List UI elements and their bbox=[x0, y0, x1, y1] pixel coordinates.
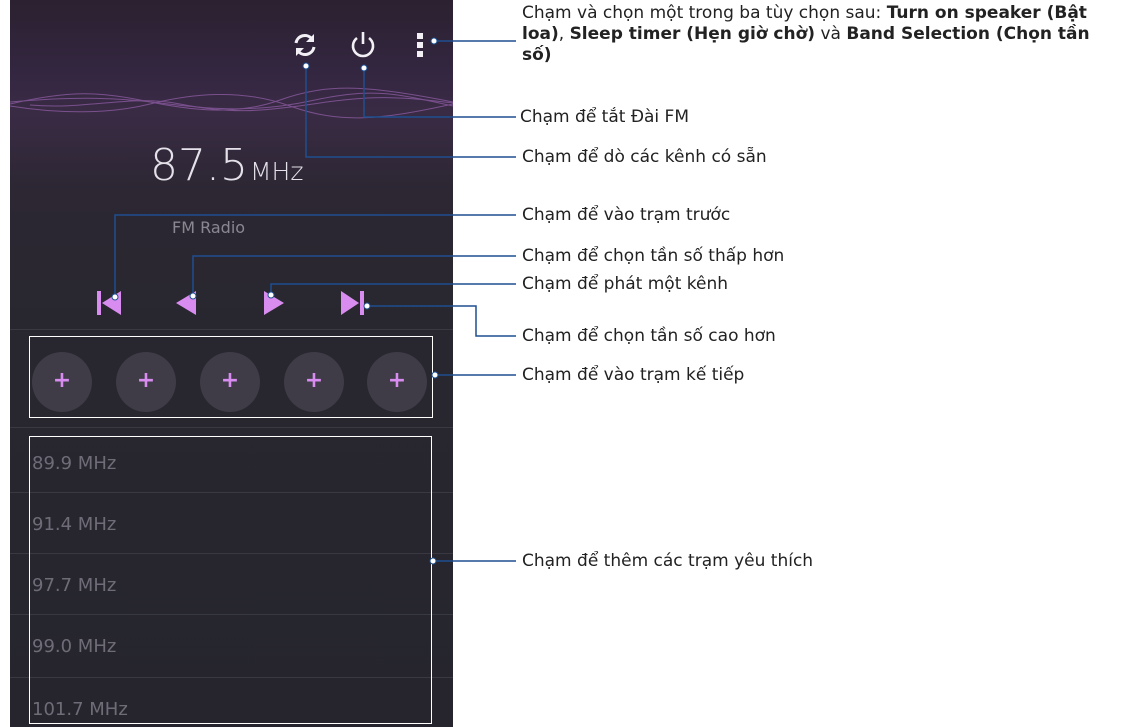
callout-lower-freq: Chạm để chọn tần số thấp hơn bbox=[522, 246, 785, 266]
callout-menu-prefix: Chạm và chọn một trong ba tùy chọn sau: bbox=[522, 3, 887, 23]
callout-power: Chạm để tắt Đài FM bbox=[520, 107, 689, 127]
callout-play: Chạm để phát một kênh bbox=[522, 274, 729, 294]
callout-menu: Chạm và chọn một trong ba tùy chọn sau: … bbox=[522, 3, 1122, 66]
callout-scan: Chạm để dò các kênh có sẵn bbox=[522, 147, 767, 167]
callout-menu-sep: , bbox=[558, 24, 570, 44]
callout-favorites: Chạm để thêm các trạm yêu thích bbox=[522, 551, 814, 571]
callout-prev-station: Chạm để vào trạm trước bbox=[522, 205, 731, 225]
callout-higher-freq: Chạm để chọn tần số cao hơn bbox=[522, 326, 776, 346]
callout-menu-option-sleep: Sleep timer (Hẹn giờ chờ) bbox=[569, 24, 816, 44]
callout-next-station: Chạm để vào trạm kế tiếp bbox=[522, 365, 745, 385]
callout-menu-sep: và bbox=[815, 24, 847, 44]
